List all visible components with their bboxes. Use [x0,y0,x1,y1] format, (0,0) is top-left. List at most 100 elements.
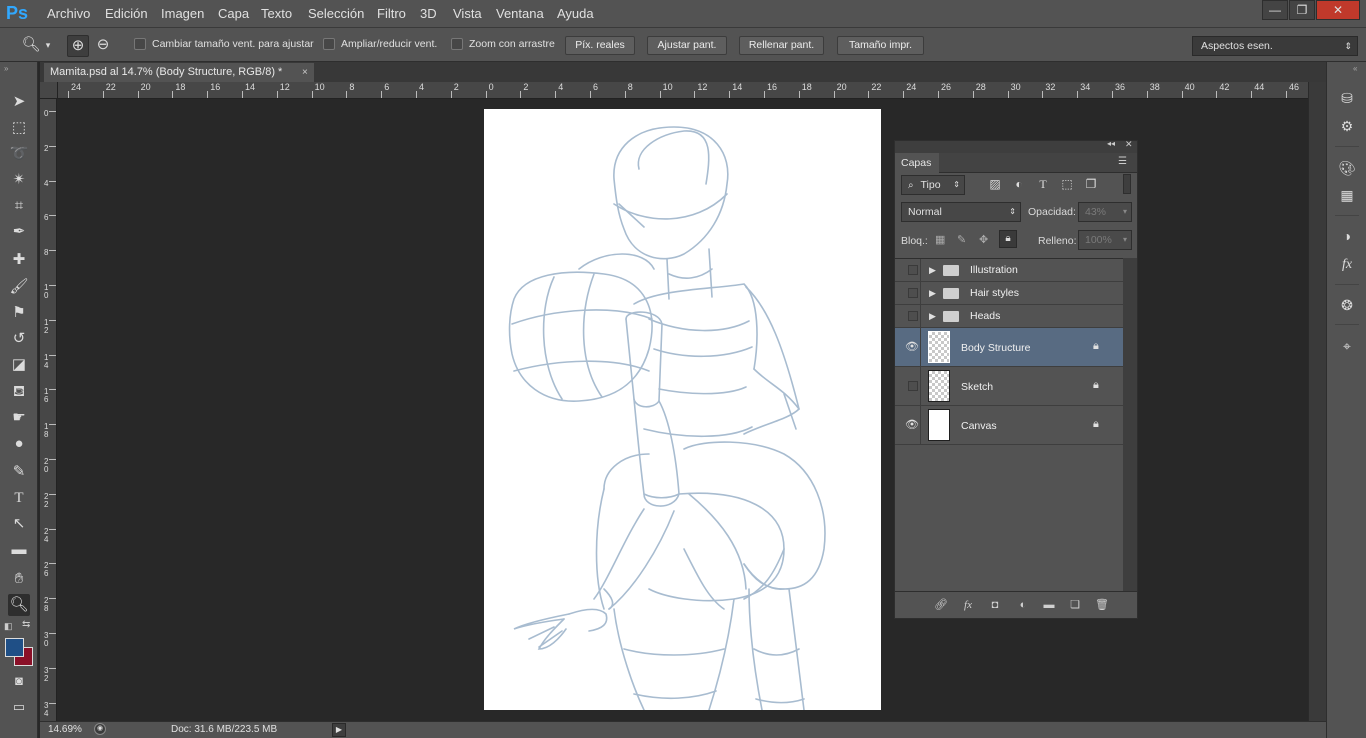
lock-transparency-icon[interactable]: ▦ [935,233,945,246]
rectangle-tool-icon[interactable]: ▬ [8,539,30,561]
expand-arrow-icon[interactable]: ▶ [929,288,936,299]
menu-imagen[interactable]: Imagen [161,6,204,21]
adjustment-layer-icon[interactable]: ◐ [1015,597,1031,613]
crop-tool-icon[interactable]: ⌗ [8,195,30,217]
zoom-tool-preset-icon[interactable]: 🔍︎ [20,35,42,57]
hidden-eye-icon[interactable] [908,311,918,321]
close-button[interactable]: ✕ [1316,0,1360,20]
zoom-in-icon[interactable]: ⊕ [67,35,89,57]
fill-screen-button[interactable]: Rellenar pant. [739,36,824,55]
blend-mode-select[interactable]: Normal ⇕ [901,202,1021,222]
minimize-button[interactable]: — [1262,0,1288,20]
preset-dropdown-arrow-icon[interactable]: ▾ [42,35,54,57]
add-mask-icon[interactable]: ◘ [987,597,1003,613]
swap-colors-icon[interactable]: ⇆ [22,619,30,630]
clone-stamp-tool-icon[interactable]: ⚑ [8,302,30,324]
ruler-origin[interactable] [40,82,58,99]
new-group-icon[interactable]: ▬ [1041,597,1057,613]
visibility-toggle[interactable] [899,259,921,281]
quick-mask-icon[interactable]: ◙ [8,670,30,692]
eye-icon[interactable]: 👁︎ [905,418,919,431]
eraser-tool-icon[interactable]: ◪ [8,354,30,376]
filter-pixel-icon[interactable]: ▨ [987,176,1003,192]
resize-windows-checkbox[interactable] [134,38,146,50]
swatches-panel-icon[interactable]: ▦ [1337,185,1357,205]
expand-arrow-icon[interactable]: ▶ [929,311,936,322]
hidden-eye-icon[interactable] [908,288,918,298]
styles-panel-icon[interactable]: fx [1337,255,1357,275]
document-canvas[interactable] [484,109,881,711]
properties-panel-icon[interactable]: ⚙ [1337,116,1357,136]
close-document-icon[interactable]: × [302,63,308,82]
fit-screen-button[interactable]: Ajustar pant. [647,36,727,55]
adjustments-panel-icon[interactable]: ◑ [1337,226,1357,246]
menu-3d[interactable]: 3D [420,6,437,21]
layer-style-icon[interactable]: fx [960,597,976,613]
visibility-toggle[interactable] [899,282,921,304]
move-tool-icon[interactable]: ➤ [8,91,30,113]
layer-row-hair-styles[interactable]: ▶ Hair styles [895,282,1123,305]
fill-input[interactable]: 100% ▾ [1078,230,1132,250]
dodge-tool-icon[interactable]: ● [8,433,30,455]
link-layers-icon[interactable]: 🔗︎ [933,597,949,613]
filter-adjustment-icon[interactable]: ◐ [1011,176,1027,192]
path-selection-tool-icon[interactable]: ↖ [8,513,30,535]
default-colors-icon[interactable]: ◧ [4,621,13,632]
layer-filter-select[interactable]: ⌕ Tipo ⇕ [901,175,965,195]
menu-ventana[interactable]: Ventana [496,6,544,21]
healing-brush-tool-icon[interactable]: ✚ [8,249,30,271]
panel-menu-icon[interactable]: ☰ [1118,156,1127,167]
brush-tool-icon[interactable]: 🖌︎ [8,276,30,298]
visibility-toggle[interactable] [899,305,921,327]
delete-layer-icon[interactable]: 🗑︎ [1094,597,1110,613]
lasso-tool-icon[interactable]: ➰ [8,143,30,165]
filter-type-icon[interactable]: T [1035,176,1051,192]
menu-seleccion[interactable]: Selección [308,6,364,21]
zoom-all-windows-checkbox[interactable] [323,38,335,50]
layer-row-heads[interactable]: ▶ Heads [895,305,1123,328]
hand-tool-icon[interactable]: ✋︎ [8,568,30,590]
filter-shape-icon[interactable]: ⬚ [1059,176,1075,192]
tab-layers[interactable]: Capas [895,153,939,173]
document-tab[interactable]: Mamita.psd al 14.7% (Body Structure, RGB… [44,63,314,82]
menu-archivo[interactable]: Archivo [47,6,90,21]
menu-texto[interactable]: Texto [261,6,292,21]
expand-arrow-icon[interactable]: ▶ [929,265,936,276]
menu-ayuda[interactable]: Ayuda [557,6,594,21]
pen-tool-icon[interactable]: ✎ [8,461,30,483]
color-panel-icon[interactable]: 🎨︎ [1337,158,1357,178]
layer-row-sketch[interactable]: Sketch 🔒︎ [895,367,1123,406]
history-panel-icon[interactable]: ⛁ [1337,88,1357,108]
layer-row-illustration[interactable]: ▶ Illustration [895,259,1123,282]
hidden-eye-icon[interactable] [908,265,918,275]
lock-all-icon[interactable]: 🔒︎ [999,230,1017,248]
zoom-out-icon[interactable]: ⊖ [92,35,114,57]
eye-icon[interactable]: 👁︎ [905,340,919,353]
marquee-tool-icon[interactable]: ⬚ [8,117,30,139]
vertical-ruler[interactable]: 0 2 4 6 8 1 0 1 2 1 4 1 6 1 8 2 0 2 2 2 4 2 6 2 8 3 0 3 … [40,99,57,721]
new-layer-icon[interactable]: ❏ [1067,597,1083,613]
lock-position-icon[interactable]: ✥ [979,233,988,246]
status-info-icon[interactable]: ◉ [94,723,106,735]
print-size-button[interactable]: Tamaño impr. [837,36,924,55]
history-brush-tool-icon[interactable]: ↺ [8,328,30,350]
menu-vista[interactable]: Vista [453,6,482,21]
layer-row-canvas[interactable]: 👁︎ Canvas 🔒︎ [895,406,1123,445]
paths-panel-icon[interactable]: ⌖ [1337,336,1357,356]
foreground-color-swatch[interactable] [5,638,24,657]
layer-list-scrollbar[interactable] [1123,258,1137,591]
screen-mode-icon[interactable]: ▭ [8,696,30,718]
status-menu-arrow-icon[interactable]: ▶ [332,723,346,737]
channels-panel-icon[interactable]: ❂ [1337,295,1357,315]
visibility-toggle[interactable]: 👁︎ [899,406,921,444]
collapse-toolbar-icon[interactable]: » [4,64,8,73]
collapse-panel-icon[interactable]: ◂◂ [1107,139,1115,148]
opacity-input[interactable]: 43% ▾ [1078,202,1132,222]
visibility-toggle[interactable]: 👁︎ [899,328,921,366]
workspace-select[interactable]: Aspectos esen. ⇕ [1192,36,1358,56]
close-panel-icon[interactable]: ✕ [1125,139,1133,150]
paint-bucket-tool-icon[interactable]: ⛾ [8,381,30,403]
actual-pixels-button[interactable]: Píx. reales [565,36,635,55]
zoom-tool-icon[interactable]: 🔍︎ [8,594,30,616]
menu-edicion[interactable]: Edición [105,6,148,21]
